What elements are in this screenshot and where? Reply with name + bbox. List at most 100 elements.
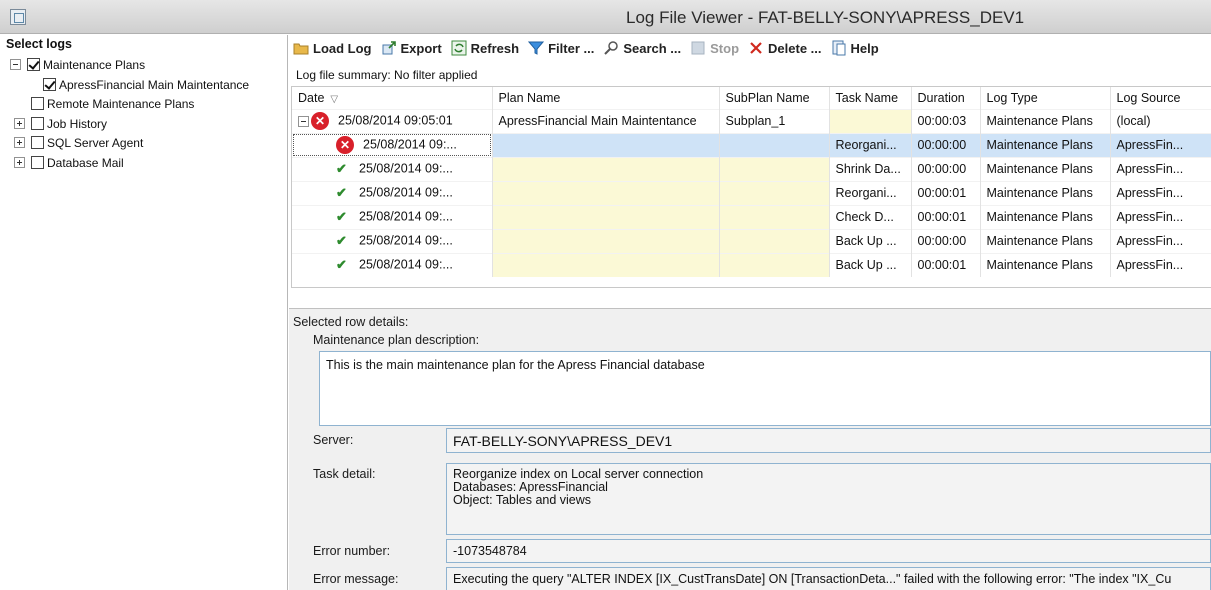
duration-cell[interactable]: 00:00:00 — [911, 228, 981, 253]
sql-server-agent-checkbox[interactable] — [31, 136, 44, 149]
subplan-name-cell[interactable] — [719, 204, 830, 229]
task-name-cell[interactable]: Back Up ... — [829, 228, 912, 253]
column-header-log-source[interactable]: Log Source — [1110, 87, 1211, 109]
plan-name-cell[interactable] — [492, 204, 720, 229]
apressfinancial-plan-checkbox[interactable] — [43, 78, 56, 91]
tree-item-apressfinancial-plan[interactable]: ApressFinancial Main Maintentance — [43, 75, 249, 94]
maintenance-plans-checkbox[interactable] — [27, 58, 40, 71]
duration-cell[interactable]: 00:00:01 — [911, 252, 981, 277]
tree-item-remote-maintenance-plans[interactable]: Remote Maintenance Plans — [31, 94, 194, 113]
duration-cell[interactable]: 00:00:00 — [911, 156, 981, 181]
date-cell[interactable]: ✔ 25/08/2014 09:... — [292, 180, 493, 205]
tree-item-maintenance-plans[interactable]: Maintenance Plans — [10, 55, 145, 74]
subplan-name-cell[interactable] — [719, 156, 830, 181]
table-row[interactable]: ✕ 25/08/2014 09:... Reorgani... 00:00:00 Mai… — [292, 132, 1211, 157]
plan-name-cell[interactable]: ApressFinancial Main Maintentance — [492, 108, 720, 133]
server-field[interactable]: FAT-BELLY-SONY\APRESS_DEV1 — [446, 428, 1211, 453]
plan-description-box[interactable]: This is the main maintenance plan for th… — [319, 351, 1211, 426]
log-type-cell[interactable]: Maintenance Plans — [980, 228, 1111, 253]
job-history-checkbox[interactable] — [31, 117, 44, 130]
task-detail-field[interactable]: Reorganize index on Local server connect… — [446, 463, 1211, 535]
log-type-cell[interactable]: Maintenance Plans — [980, 204, 1111, 229]
task-name-cell[interactable] — [829, 108, 912, 133]
log-source-cell[interactable]: ApressFin... — [1110, 180, 1211, 205]
duration-cell[interactable]: 00:00:01 — [911, 180, 981, 205]
date-cell[interactable]: ✔ 25/08/2014 09:... — [292, 228, 493, 253]
filter-button[interactable]: Filter ... — [528, 40, 594, 56]
date-cell[interactable]: ✕ 25/08/2014 09:05:01 — [292, 108, 493, 133]
plan-name-cell[interactable] — [492, 252, 720, 277]
log-type-cell[interactable]: Maintenance Plans — [980, 132, 1111, 157]
subplan-name-cell[interactable] — [719, 132, 830, 157]
date-cell[interactable]: ✔ 25/08/2014 09:... — [292, 204, 493, 229]
column-header-task-name[interactable]: Task Name — [829, 87, 912, 109]
column-header-duration[interactable]: Duration — [911, 87, 981, 109]
log-type-cell[interactable]: Maintenance Plans — [980, 108, 1111, 133]
task-name-cell[interactable]: Reorgani... — [829, 180, 912, 205]
column-header-date[interactable]: Date ▽ — [292, 87, 493, 109]
load-log-button[interactable]: Load Log — [293, 40, 372, 56]
table-row[interactable]: ✔ 25/08/2014 09:... Reorgani... 00:00:01 Mai… — [292, 180, 1211, 205]
column-header-subplan-name[interactable]: SubPlan Name — [719, 87, 830, 109]
task-name-cell[interactable]: Reorgani... — [829, 132, 912, 157]
log-type-cell[interactable]: Maintenance Plans — [980, 156, 1111, 181]
subplan-name-cell[interactable]: Subplan_1 — [719, 108, 830, 133]
remote-maintenance-plans-checkbox[interactable] — [31, 97, 44, 110]
expand-icon[interactable] — [14, 137, 25, 148]
collapse-icon[interactable] — [10, 59, 21, 70]
export-button[interactable]: Export — [381, 40, 442, 56]
title-bar: Log File Viewer - FAT-BELLY-SONY\APRESS_… — [0, 0, 1211, 34]
log-type-cell[interactable]: Maintenance Plans — [980, 252, 1111, 277]
duration-cell[interactable]: 00:00:01 — [911, 204, 981, 229]
table-row[interactable]: ✔ 25/08/2014 09:... Back Up ... 00:00:01 Mai… — [292, 252, 1211, 277]
date-cell[interactable]: ✔ 25/08/2014 09:... — [292, 252, 493, 277]
log-source-cell[interactable]: ApressFin... — [1110, 252, 1211, 277]
subplan-name-cell[interactable] — [719, 180, 830, 205]
table-row[interactable]: ✔ 25/08/2014 09:... Shrink Da... 00:00:00 Ma… — [292, 156, 1211, 181]
log-source-cell[interactable]: ApressFin... — [1110, 156, 1211, 181]
plan-name-cell[interactable] — [492, 180, 720, 205]
task-name-cell[interactable]: Shrink Da... — [829, 156, 912, 181]
error-number-field[interactable]: -1073548784 — [446, 539, 1211, 563]
stop-button[interactable]: Stop — [690, 40, 739, 56]
plan-name-cell[interactable] — [492, 228, 720, 253]
log-source-cell[interactable]: (local) — [1110, 108, 1211, 133]
date-cell[interactable]: ✔ 25/08/2014 09:... — [292, 156, 493, 181]
search-button[interactable]: Search ... — [603, 40, 681, 56]
database-mail-checkbox[interactable] — [31, 156, 44, 169]
task-name-cell[interactable]: Back Up ... — [829, 252, 912, 277]
collapse-icon[interactable] — [298, 115, 309, 127]
success-check-icon: ✔ — [336, 233, 347, 248]
error-message-field[interactable]: Executing the query "ALTER INDEX [IX_Cus… — [446, 567, 1211, 590]
date-cell[interactable]: ✕ 25/08/2014 09:... — [292, 132, 493, 157]
plan-name-cell[interactable] — [492, 156, 720, 181]
expand-icon[interactable] — [14, 157, 25, 168]
folder-icon — [293, 40, 309, 56]
duration-cell[interactable]: 00:00:03 — [911, 108, 981, 133]
tree-item-label: Job History — [47, 116, 108, 131]
delete-icon — [748, 40, 764, 56]
table-row[interactable]: ✔ 25/08/2014 09:... Check D... 00:00:01 Main… — [292, 204, 1211, 229]
tree-item-sql-server-agent[interactable]: SQL Server Agent — [14, 133, 143, 152]
tree-item-job-history[interactable]: Job History — [14, 114, 107, 133]
task-name-cell[interactable]: Check D... — [829, 204, 912, 229]
error-message-label: Error message: — [313, 572, 399, 586]
refresh-button[interactable]: Refresh — [451, 40, 519, 56]
subplan-name-cell[interactable] — [719, 228, 830, 253]
expand-icon[interactable] — [14, 118, 25, 129]
stop-icon — [690, 40, 706, 56]
plan-name-cell[interactable] — [492, 132, 720, 157]
delete-button[interactable]: Delete ... — [748, 40, 822, 56]
table-row[interactable]: ✔ 25/08/2014 09:... Back Up ... 00:00:00 Mai… — [292, 228, 1211, 253]
log-source-cell[interactable]: ApressFin... — [1110, 204, 1211, 229]
log-source-cell[interactable]: ApressFin... — [1110, 228, 1211, 253]
column-header-log-type[interactable]: Log Type — [980, 87, 1111, 109]
help-button[interactable]: Help — [831, 40, 879, 56]
column-header-plan-name[interactable]: Plan Name — [492, 87, 720, 109]
log-type-cell[interactable]: Maintenance Plans — [980, 180, 1111, 205]
duration-cell[interactable]: 00:00:00 — [911, 132, 981, 157]
table-row[interactable]: ✕ 25/08/2014 09:05:01 ApressFinancial Main… — [292, 108, 1211, 133]
tree-item-database-mail[interactable]: Database Mail — [14, 153, 124, 172]
log-source-cell[interactable]: ApressFin... — [1110, 132, 1211, 157]
subplan-name-cell[interactable] — [719, 252, 830, 277]
